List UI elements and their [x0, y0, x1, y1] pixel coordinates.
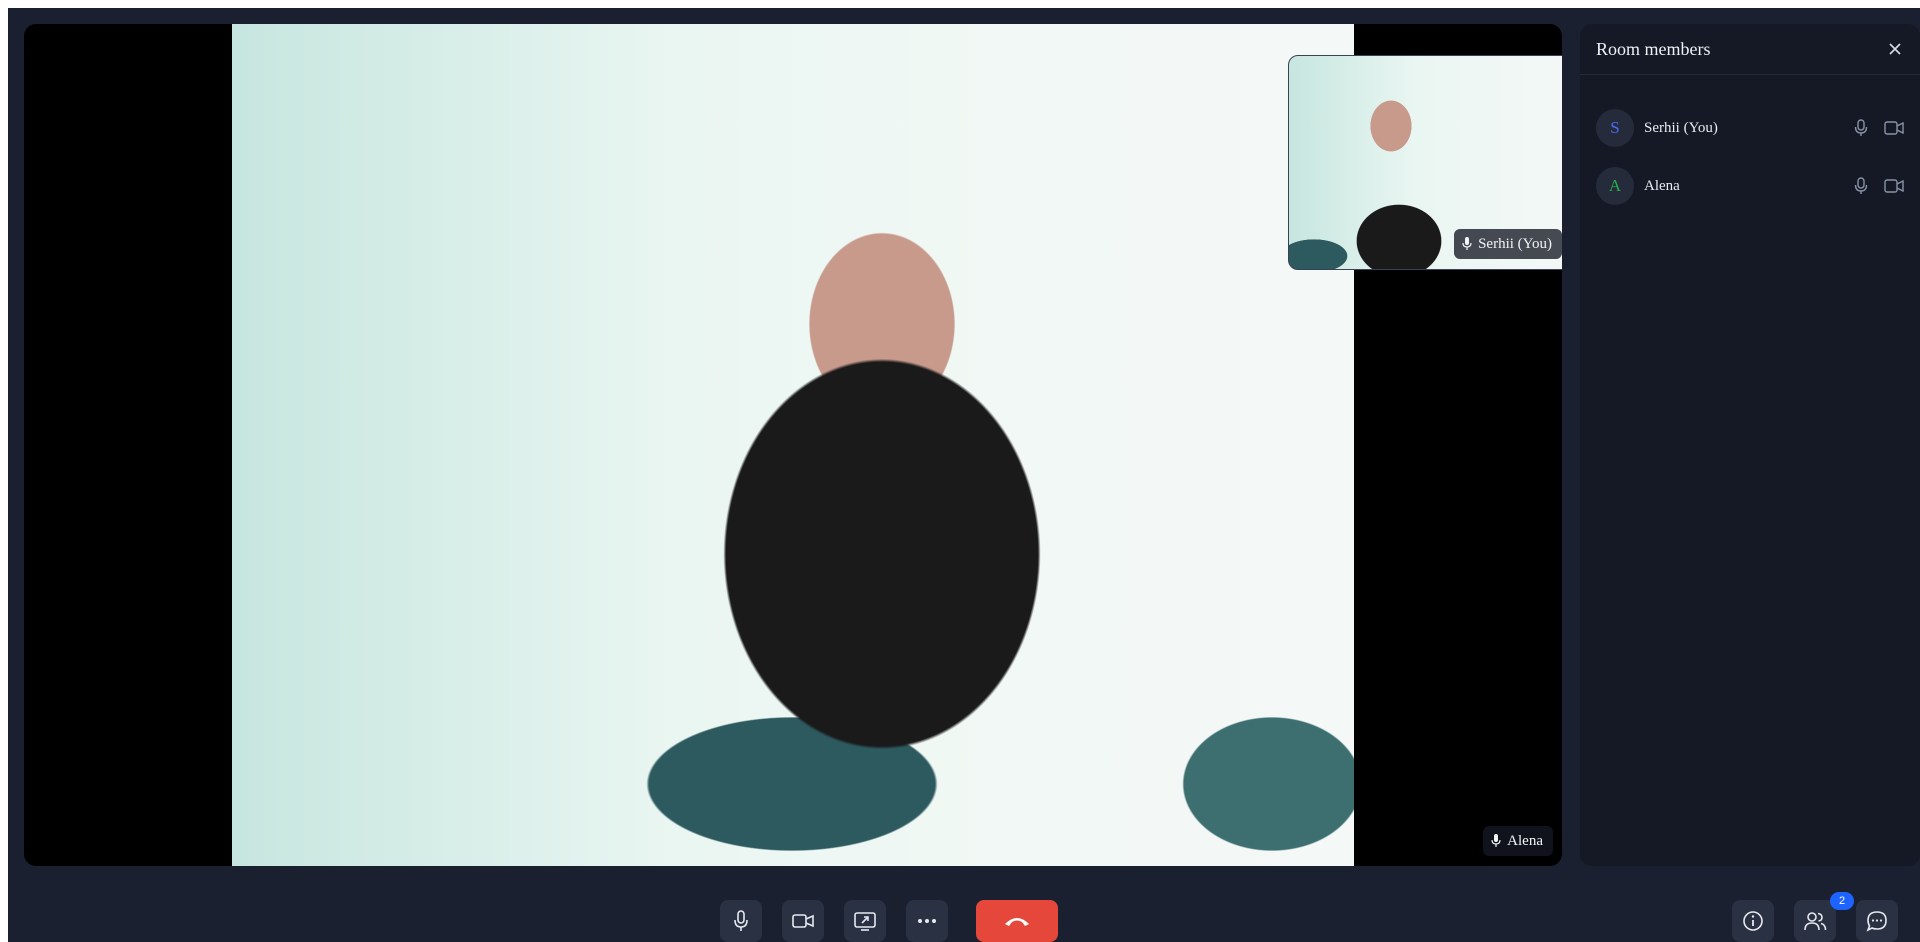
camera-toggle-button[interactable] — [782, 900, 824, 942]
microphone-icon — [734, 910, 748, 931]
member-row-alena[interactable]: A Alena — [1596, 166, 1904, 206]
remote-participant-name: Alena — [1507, 833, 1543, 849]
panel-header: Room members — [1580, 24, 1920, 75]
remote-name-tag: Alena — [1483, 826, 1553, 856]
avatar-initial: S — [1610, 118, 1620, 137]
avatar: S — [1596, 109, 1634, 147]
leave-call-button[interactable] — [976, 900, 1058, 942]
members-count-badge: 2 — [1830, 892, 1854, 910]
member-row-serhii[interactable]: S Serhii (You) — [1596, 108, 1904, 148]
remote-video-feed — [232, 24, 1354, 866]
microphone-icon — [1854, 177, 1868, 194]
microphone-icon — [1854, 119, 1868, 136]
microphone-icon — [1491, 834, 1501, 847]
main-video-stage: Alena Serhii (You) — [24, 24, 1562, 866]
share-screen-button[interactable] — [844, 900, 886, 942]
member-status-icons — [1854, 119, 1904, 137]
avatar: A — [1596, 167, 1634, 205]
camera-icon — [1884, 179, 1904, 193]
more-icon — [918, 919, 936, 923]
self-participant-name: Serhii (You) — [1478, 236, 1552, 252]
member-name: Serhii (You) — [1644, 119, 1718, 136]
people-icon — [1804, 912, 1827, 931]
room-members-panel: Room members S Serhii (You) A Alena — [1580, 24, 1920, 866]
camera-icon — [792, 914, 814, 928]
more-options-button[interactable] — [906, 900, 948, 942]
chat-icon — [1866, 911, 1887, 932]
close-icon — [1889, 43, 1901, 55]
close-panel-button[interactable] — [1886, 40, 1904, 58]
panel-title: Room members — [1596, 38, 1711, 59]
chat-button[interactable] — [1856, 900, 1898, 942]
member-name: Alena — [1644, 177, 1680, 194]
member-status-icons — [1854, 177, 1904, 195]
info-icon — [1743, 911, 1763, 931]
microphone-icon — [1462, 237, 1472, 250]
self-name-tag: Serhii (You) — [1454, 229, 1562, 259]
self-view-video[interactable]: Serhii (You) — [1288, 55, 1562, 270]
hang-up-icon — [1005, 918, 1029, 926]
microphone-toggle-button[interactable] — [720, 900, 762, 942]
camera-icon — [1884, 121, 1904, 135]
room-info-button[interactable] — [1732, 900, 1774, 942]
avatar-initial: A — [1608, 176, 1622, 195]
members-button[interactable] — [1794, 900, 1836, 942]
video-call-app: Alena Serhii (You) Room members S Serhii… — [8, 8, 1920, 942]
share-screen-icon — [854, 912, 876, 931]
